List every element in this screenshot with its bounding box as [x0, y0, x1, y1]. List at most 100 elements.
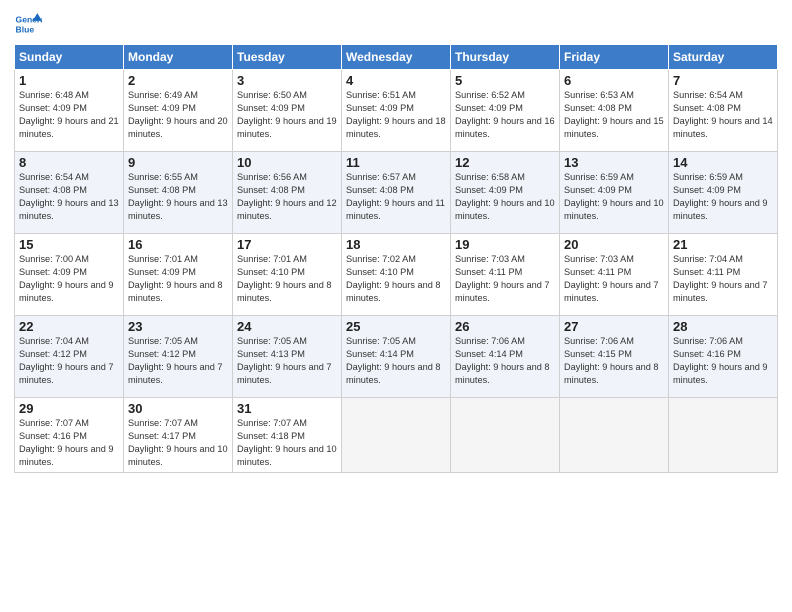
- calendar-week-row: 8 Sunrise: 6:54 AMSunset: 4:08 PMDayligh…: [15, 152, 778, 234]
- calendar-cell: 28 Sunrise: 7:06 AMSunset: 4:16 PMDaylig…: [669, 316, 778, 398]
- calendar-cell: [451, 398, 560, 473]
- day-number: 29: [19, 401, 119, 416]
- cell-info: Sunrise: 7:06 AMSunset: 4:15 PMDaylight:…: [564, 336, 659, 385]
- calendar-header-thursday: Thursday: [451, 45, 560, 70]
- page-header: General Blue: [14, 10, 778, 38]
- cell-info: Sunrise: 6:59 AMSunset: 4:09 PMDaylight:…: [673, 172, 768, 221]
- day-number: 26: [455, 319, 555, 334]
- cell-info: Sunrise: 6:48 AMSunset: 4:09 PMDaylight:…: [19, 90, 119, 139]
- calendar-header-wednesday: Wednesday: [342, 45, 451, 70]
- cell-info: Sunrise: 6:50 AMSunset: 4:09 PMDaylight:…: [237, 90, 337, 139]
- cell-info: Sunrise: 7:07 AMSunset: 4:16 PMDaylight:…: [19, 418, 114, 467]
- calendar-cell: 24 Sunrise: 7:05 AMSunset: 4:13 PMDaylig…: [233, 316, 342, 398]
- calendar-cell: 27 Sunrise: 7:06 AMSunset: 4:15 PMDaylig…: [560, 316, 669, 398]
- day-number: 20: [564, 237, 664, 252]
- cell-info: Sunrise: 6:58 AMSunset: 4:09 PMDaylight:…: [455, 172, 555, 221]
- calendar-cell: 16 Sunrise: 7:01 AMSunset: 4:09 PMDaylig…: [124, 234, 233, 316]
- calendar-header-saturday: Saturday: [669, 45, 778, 70]
- calendar-cell: 29 Sunrise: 7:07 AMSunset: 4:16 PMDaylig…: [15, 398, 124, 473]
- cell-info: Sunrise: 7:04 AMSunset: 4:12 PMDaylight:…: [19, 336, 114, 385]
- day-number: 27: [564, 319, 664, 334]
- day-number: 7: [673, 73, 773, 88]
- calendar-cell: 3 Sunrise: 6:50 AMSunset: 4:09 PMDayligh…: [233, 70, 342, 152]
- day-number: 16: [128, 237, 228, 252]
- cell-info: Sunrise: 7:05 AMSunset: 4:14 PMDaylight:…: [346, 336, 441, 385]
- calendar-cell: 11 Sunrise: 6:57 AMSunset: 4:08 PMDaylig…: [342, 152, 451, 234]
- day-number: 8: [19, 155, 119, 170]
- cell-info: Sunrise: 7:02 AMSunset: 4:10 PMDaylight:…: [346, 254, 441, 303]
- calendar-week-row: 22 Sunrise: 7:04 AMSunset: 4:12 PMDaylig…: [15, 316, 778, 398]
- cell-info: Sunrise: 7:01 AMSunset: 4:10 PMDaylight:…: [237, 254, 332, 303]
- calendar-cell: 4 Sunrise: 6:51 AMSunset: 4:09 PMDayligh…: [342, 70, 451, 152]
- cell-info: Sunrise: 6:53 AMSunset: 4:08 PMDaylight:…: [564, 90, 664, 139]
- calendar-cell: 22 Sunrise: 7:04 AMSunset: 4:12 PMDaylig…: [15, 316, 124, 398]
- day-number: 18: [346, 237, 446, 252]
- day-number: 5: [455, 73, 555, 88]
- cell-info: Sunrise: 7:00 AMSunset: 4:09 PMDaylight:…: [19, 254, 114, 303]
- calendar-cell: 31 Sunrise: 7:07 AMSunset: 4:18 PMDaylig…: [233, 398, 342, 473]
- cell-info: Sunrise: 6:52 AMSunset: 4:09 PMDaylight:…: [455, 90, 555, 139]
- svg-text:Blue: Blue: [16, 25, 35, 35]
- cell-info: Sunrise: 7:03 AMSunset: 4:11 PMDaylight:…: [564, 254, 659, 303]
- calendar-header-monday: Monday: [124, 45, 233, 70]
- day-number: 19: [455, 237, 555, 252]
- calendar-cell: 17 Sunrise: 7:01 AMSunset: 4:10 PMDaylig…: [233, 234, 342, 316]
- calendar-cell: 25 Sunrise: 7:05 AMSunset: 4:14 PMDaylig…: [342, 316, 451, 398]
- calendar-cell: [342, 398, 451, 473]
- cell-info: Sunrise: 6:54 AMSunset: 4:08 PMDaylight:…: [673, 90, 773, 139]
- calendar-cell: 8 Sunrise: 6:54 AMSunset: 4:08 PMDayligh…: [15, 152, 124, 234]
- calendar-cell: 12 Sunrise: 6:58 AMSunset: 4:09 PMDaylig…: [451, 152, 560, 234]
- day-number: 24: [237, 319, 337, 334]
- calendar-cell: 18 Sunrise: 7:02 AMSunset: 4:10 PMDaylig…: [342, 234, 451, 316]
- cell-info: Sunrise: 6:59 AMSunset: 4:09 PMDaylight:…: [564, 172, 664, 221]
- calendar-cell: 6 Sunrise: 6:53 AMSunset: 4:08 PMDayligh…: [560, 70, 669, 152]
- cell-info: Sunrise: 6:57 AMSunset: 4:08 PMDaylight:…: [346, 172, 445, 221]
- cell-info: Sunrise: 7:03 AMSunset: 4:11 PMDaylight:…: [455, 254, 550, 303]
- calendar-cell: 30 Sunrise: 7:07 AMSunset: 4:17 PMDaylig…: [124, 398, 233, 473]
- calendar-cell: 1 Sunrise: 6:48 AMSunset: 4:09 PMDayligh…: [15, 70, 124, 152]
- calendar-week-row: 1 Sunrise: 6:48 AMSunset: 4:09 PMDayligh…: [15, 70, 778, 152]
- day-number: 10: [237, 155, 337, 170]
- day-number: 21: [673, 237, 773, 252]
- calendar-cell: 2 Sunrise: 6:49 AMSunset: 4:09 PMDayligh…: [124, 70, 233, 152]
- calendar-header-row: SundayMondayTuesdayWednesdayThursdayFrid…: [15, 45, 778, 70]
- calendar-cell: 26 Sunrise: 7:06 AMSunset: 4:14 PMDaylig…: [451, 316, 560, 398]
- calendar-cell: [669, 398, 778, 473]
- calendar-week-row: 15 Sunrise: 7:00 AMSunset: 4:09 PMDaylig…: [15, 234, 778, 316]
- calendar-cell: 10 Sunrise: 6:56 AMSunset: 4:08 PMDaylig…: [233, 152, 342, 234]
- calendar-cell: 9 Sunrise: 6:55 AMSunset: 4:08 PMDayligh…: [124, 152, 233, 234]
- calendar-cell: 23 Sunrise: 7:05 AMSunset: 4:12 PMDaylig…: [124, 316, 233, 398]
- day-number: 11: [346, 155, 446, 170]
- day-number: 12: [455, 155, 555, 170]
- cell-info: Sunrise: 6:51 AMSunset: 4:09 PMDaylight:…: [346, 90, 446, 139]
- day-number: 25: [346, 319, 446, 334]
- day-number: 15: [19, 237, 119, 252]
- cell-info: Sunrise: 6:56 AMSunset: 4:08 PMDaylight:…: [237, 172, 337, 221]
- calendar-cell: 13 Sunrise: 6:59 AMSunset: 4:09 PMDaylig…: [560, 152, 669, 234]
- cell-info: Sunrise: 7:06 AMSunset: 4:16 PMDaylight:…: [673, 336, 768, 385]
- cell-info: Sunrise: 6:55 AMSunset: 4:08 PMDaylight:…: [128, 172, 228, 221]
- day-number: 6: [564, 73, 664, 88]
- calendar-cell: 7 Sunrise: 6:54 AMSunset: 4:08 PMDayligh…: [669, 70, 778, 152]
- logo: General Blue: [14, 10, 42, 38]
- day-number: 17: [237, 237, 337, 252]
- cell-info: Sunrise: 6:54 AMSunset: 4:08 PMDaylight:…: [19, 172, 119, 221]
- calendar-header-sunday: Sunday: [15, 45, 124, 70]
- cell-info: Sunrise: 6:49 AMSunset: 4:09 PMDaylight:…: [128, 90, 228, 139]
- calendar-header-friday: Friday: [560, 45, 669, 70]
- calendar-cell: 21 Sunrise: 7:04 AMSunset: 4:11 PMDaylig…: [669, 234, 778, 316]
- cell-info: Sunrise: 7:01 AMSunset: 4:09 PMDaylight:…: [128, 254, 223, 303]
- day-number: 22: [19, 319, 119, 334]
- calendar-header-tuesday: Tuesday: [233, 45, 342, 70]
- day-number: 28: [673, 319, 773, 334]
- calendar-cell: 19 Sunrise: 7:03 AMSunset: 4:11 PMDaylig…: [451, 234, 560, 316]
- cell-info: Sunrise: 7:06 AMSunset: 4:14 PMDaylight:…: [455, 336, 550, 385]
- calendar-cell: 20 Sunrise: 7:03 AMSunset: 4:11 PMDaylig…: [560, 234, 669, 316]
- calendar-cell: [560, 398, 669, 473]
- cell-info: Sunrise: 7:04 AMSunset: 4:11 PMDaylight:…: [673, 254, 768, 303]
- day-number: 1: [19, 73, 119, 88]
- cell-info: Sunrise: 7:07 AMSunset: 4:18 PMDaylight:…: [237, 418, 337, 467]
- calendar-cell: 15 Sunrise: 7:00 AMSunset: 4:09 PMDaylig…: [15, 234, 124, 316]
- day-number: 2: [128, 73, 228, 88]
- day-number: 9: [128, 155, 228, 170]
